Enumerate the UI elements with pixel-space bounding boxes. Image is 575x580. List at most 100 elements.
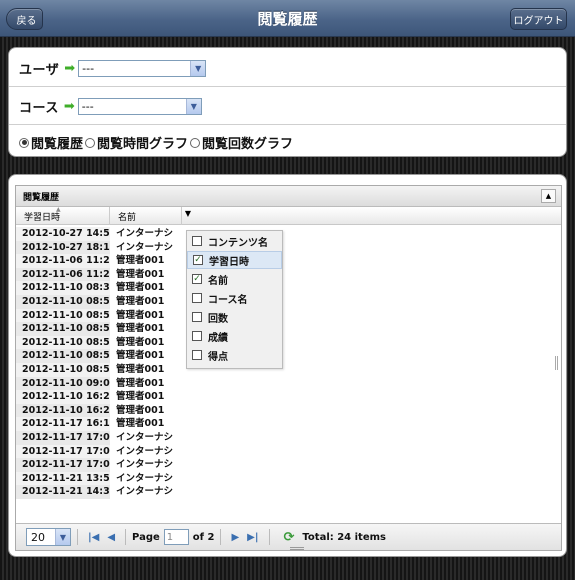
checkbox-checked-icon[interactable]: ✓ (192, 274, 202, 284)
table-row[interactable]: 2012-11-21 13:52 インターナシ (16, 471, 196, 486)
table-row[interactable]: 2012-11-06 11:27 管理者001 (16, 254, 196, 268)
cell-name: 管理者001 (110, 390, 174, 404)
resize-handle[interactable] (290, 547, 304, 550)
menu-item-label: コンテンツ名 (208, 237, 268, 249)
table-row[interactable]: 2012-11-10 08:58 管理者001 (16, 349, 196, 363)
prev-page-icon[interactable]: ◀ (107, 532, 115, 543)
menu-item-course-name[interactable]: コース名 (187, 289, 282, 307)
radio-button-icon[interactable] (190, 137, 201, 148)
table-row[interactable]: 2012-11-10 08:53 管理者001 (16, 322, 196, 336)
toolbar-separator (268, 529, 270, 545)
menu-item-name[interactable]: ✓ 名前 (187, 270, 282, 288)
page-count-label: of 2 (192, 531, 215, 543)
page-size-select[interactable]: 20 ▼ (26, 528, 71, 546)
cell-date: 2012-11-06 11:27 (16, 254, 116, 268)
checkbox-icon[interactable] (192, 312, 202, 322)
radio-button-icon[interactable] (85, 137, 96, 148)
logout-button[interactable]: ログアウト (510, 8, 567, 30)
cell-date: 2012-11-21 13:52 (16, 471, 116, 486)
table-row[interactable]: 2012-10-27 18:13 インターナシ (16, 240, 196, 255)
user-select[interactable]: --- ▼ (78, 59, 207, 77)
cell-name: 管理者001 (110, 335, 174, 350)
collapse-icon[interactable]: ▲ (541, 189, 556, 203)
table-row[interactable]: 2012-10-27 14:55 インターナシ (16, 227, 196, 241)
table-row[interactable]: 2012-11-10 08:32 管理者001 (16, 281, 196, 295)
cell-date: 2012-11-17 17:06 (16, 444, 116, 459)
checkbox-icon[interactable] (192, 236, 202, 246)
course-row: コース ➡ --- ▼ (9, 88, 566, 125)
history-panel: 閲覧履歴 ▲ ▲ 学習日時 名前 ▼ 2012-10-27 14:55 インターナ… (8, 174, 567, 557)
chevron-down-icon[interactable]: ▼ (190, 60, 206, 76)
menu-item-grade[interactable]: 成績 (187, 327, 282, 345)
radio-count-graph-label: 閲覧回数グラフ (202, 137, 294, 152)
table-row[interactable]: 2012-11-17 16:10 管理者001 (16, 417, 196, 431)
column-header-date[interactable]: ▲ 学習日時 (16, 206, 110, 225)
sort-asc-icon: ▲ (56, 206, 61, 213)
checkbox-checked-icon[interactable]: ✓ (193, 255, 203, 265)
next-page-icon[interactable]: ▶ (231, 532, 239, 543)
menu-item-content-name[interactable]: コンテンツ名 (187, 232, 282, 250)
menu-item-label: 成績 (208, 332, 228, 344)
page-title: 閲覧履歴 (257, 10, 318, 28)
cell-name: 管理者001 (110, 362, 174, 377)
checkbox-icon[interactable] (192, 331, 202, 341)
checkbox-icon[interactable] (192, 350, 202, 360)
cell-date: 2012-11-10 08:59 (16, 362, 116, 377)
menu-item-label: 回数 (208, 313, 228, 325)
cell-name: 管理者001 (110, 254, 174, 268)
table-row[interactable]: 2012-11-10 16:25 管理者001 (16, 390, 196, 404)
menu-item-label: 得点 (208, 351, 228, 363)
column-menu-chevron-icon[interactable]: ▼ (182, 209, 194, 218)
table-row[interactable]: 2012-11-17 17:06 インターナシ (16, 444, 196, 459)
scrollbar-handle[interactable] (555, 356, 558, 370)
cell-date: 2012-11-10 08:51 (16, 294, 116, 309)
toolbar-separator (77, 529, 78, 545)
menu-item-label: 名前 (208, 275, 228, 287)
table-row[interactable]: 2012-11-10 08:56 管理者001 (16, 335, 196, 350)
cell-date: 2012-11-10 08:58 (16, 349, 116, 363)
cell-name: インターナシ (110, 444, 174, 459)
cell-date: 2012-10-27 18:13 (16, 240, 116, 255)
table-row[interactable]: 2012-11-17 17:04 インターナシ (16, 430, 196, 445)
grid-rows: 2012-10-27 14:55 インターナシ 2012-10-27 18:13 イ… (16, 227, 196, 499)
table-row[interactable]: 2012-11-10 16:28 管理者001 (16, 403, 196, 418)
toolbar-separator (220, 529, 222, 545)
cell-name: 管理者001 (110, 308, 174, 323)
chevron-down-icon[interactable]: ▼ (55, 529, 70, 545)
pager-toolbar: 20 ▼ |◀ ◀ Page 1 of 2 ▶ ▶| ⟳ Total: 24 i… (16, 523, 561, 550)
table-row[interactable]: 2012-11-10 08:51 管理者001 (16, 308, 196, 323)
cell-date: 2012-11-21 14:30 (16, 485, 116, 499)
total-items-label: Total: 24 items (302, 531, 386, 543)
radio-button-icon[interactable] (19, 137, 29, 148)
cell-name: インターナシ (110, 430, 174, 445)
table-row[interactable]: 2012-11-10 08:51 管理者001 (16, 294, 196, 309)
chevron-down-icon[interactable]: ▼ (185, 98, 201, 114)
menu-item-count[interactable]: 回数 (187, 308, 282, 326)
checkbox-icon[interactable] (192, 293, 202, 303)
cell-name: 管理者001 (110, 322, 174, 336)
menu-item-learning-datetime[interactable]: ✓ 学習日時 (187, 251, 282, 269)
menu-item-score[interactable]: 得点 (187, 346, 282, 364)
user-select-value: --- (82, 61, 95, 75)
column-header: ▲ 学習日時 名前 ▼ (16, 206, 561, 225)
table-row[interactable]: 2012-11-17 17:08 インターナシ (16, 458, 196, 472)
cell-date: 2012-11-10 08:51 (16, 308, 116, 323)
course-select[interactable]: --- ▼ (77, 97, 202, 115)
first-page-icon[interactable]: |◀ (88, 532, 99, 543)
cell-name: インターナシ (110, 240, 174, 255)
column-header-name[interactable]: 名前 (110, 207, 182, 225)
table-row[interactable]: 2012-11-06 11:28 管理者001 (16, 267, 196, 282)
radio-time-graph[interactable]: 閲覧時間グラフ (85, 133, 188, 152)
radio-count-graph[interactable]: 閲覧回数グラフ (190, 133, 293, 152)
table-row[interactable]: 2012-11-21 14:30 インターナシ (16, 485, 196, 499)
page-number-input[interactable]: 1 (163, 529, 189, 545)
table-row[interactable]: 2012-11-10 08:59 管理者001 (16, 362, 196, 377)
radio-time-graph-label: 閲覧時間グラフ (97, 137, 189, 152)
cell-name: 管理者001 (110, 281, 174, 295)
cell-name: インターナシ (110, 458, 174, 472)
radio-history-label: 閲覧履歴 (31, 137, 84, 152)
table-row[interactable]: 2012-11-10 09:00 管理者001 (16, 376, 196, 391)
refresh-icon[interactable]: ⟳ (284, 530, 295, 545)
radio-history[interactable]: 閲覧履歴 (19, 133, 83, 152)
last-page-icon[interactable]: ▶| (247, 532, 258, 543)
